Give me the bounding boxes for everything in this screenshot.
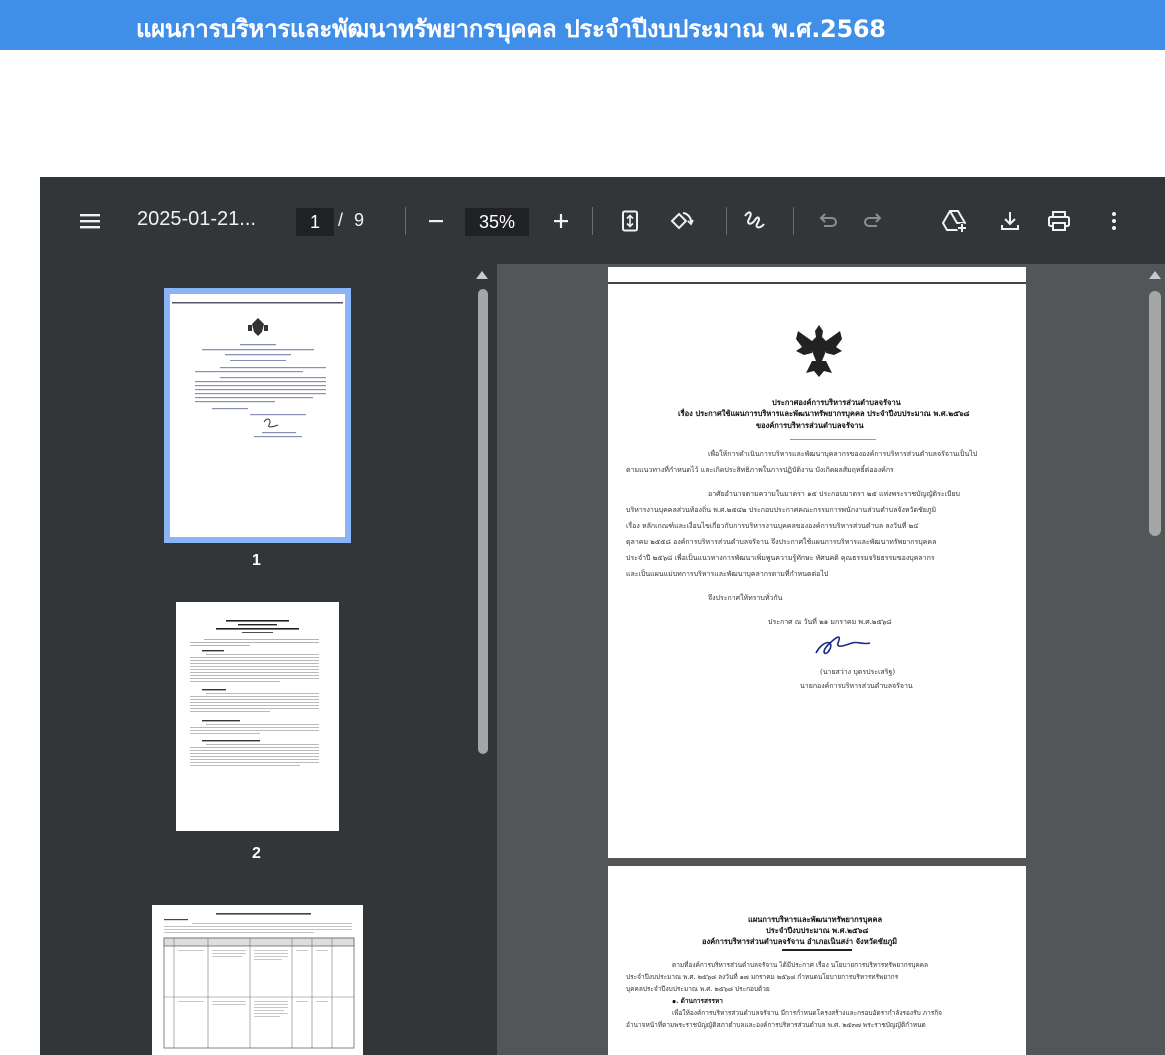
sidebar-scrollbar[interactable]	[478, 289, 488, 754]
plan-body-5: อำนาจหน้าที่ตามพระราชบัญญัติสภาตำบลและอง…	[626, 1021, 926, 1029]
announcement-issuer: ของค์การบริหารส่วนตำบลจรัจาน	[756, 421, 864, 430]
paragraph-2a: อาศัยอำนาจตามความในมาตรา ๑๕ ประกอบมาตรา …	[708, 490, 960, 498]
garuda-emblem-icon	[796, 325, 842, 377]
signer-position: นายกองค์การบริหารส่วนตำบลจรัจาน	[800, 682, 913, 690]
page-banner: แผนการบริหารและพัฒนาทรัพยากรบุคคล ประจำป…	[0, 0, 1165, 50]
paragraph-1a: เพื่อให้การดำเนินการบริหารและพัฒนาบุคลาก…	[708, 450, 978, 458]
thumbnail-page-2[interactable]	[176, 602, 339, 831]
zoom-out-button[interactable]	[424, 207, 448, 235]
document-scrollbar[interactable]	[1149, 291, 1161, 536]
separator-line	[790, 439, 876, 440]
signer-name: (นายสว่าง บุตรประเสริฐ)	[820, 668, 896, 676]
plan-body-4: เพื่อให้องค์การบริหารส่วนตำบลจรัจาน มีกา…	[672, 1009, 942, 1017]
thumbnail-page-2-content	[190, 620, 319, 766]
paragraph-2c: เรื่อง หลักเกณฑ์และเงื่อนไขเกี่ยวกับการบ…	[626, 522, 919, 530]
heading-underline	[782, 949, 852, 951]
rotate-icon[interactable]	[666, 207, 696, 235]
toolbar-divider	[793, 207, 794, 235]
more-vert-icon[interactable]	[1106, 207, 1122, 235]
draw-icon[interactable]	[741, 207, 769, 235]
thumbnail-label-1: 1	[252, 552, 261, 569]
thumbnail-sidebar: 1 2	[40, 264, 497, 1055]
fit-page-icon[interactable]	[618, 207, 642, 235]
page-title: แผนการบริหารและพัฒนาทรัพยากรบุคคล ประจำป…	[136, 15, 886, 43]
plan-body-1: ตามที่องค์การบริหารส่วนตำบลจรัจาน ได้มีป…	[672, 961, 929, 969]
paragraph-2e: ประจำปี ๒๕๖๘ เพื่อเป็นแนวทางการพัฒนาเพิ่…	[626, 554, 935, 562]
undo-icon[interactable]	[815, 207, 839, 235]
add-to-drive-icon[interactable]	[940, 207, 970, 235]
document-view: ประกาศองค์การบริหารส่วนตำบลจรัจาน เรื่อง…	[497, 264, 1165, 1055]
thumbnail-page-3-content	[163, 913, 355, 1049]
thumbnail-page-1-content	[170, 294, 345, 537]
pdf-toolbar: 2025-01-21... 1 / 9 35%	[40, 177, 1165, 264]
page-top-rule	[608, 282, 1026, 284]
document-title: 2025-01-21...	[137, 208, 256, 230]
page-number-input[interactable]: 1	[296, 208, 334, 236]
plus-icon	[554, 214, 568, 228]
plan-body-3: บุคคลประจำปีงบประมาณ พ.ศ. ๒๕๖๘ ประกอบด้ว…	[626, 985, 770, 993]
minus-icon	[429, 220, 443, 223]
document-scroll-up-icon[interactable]	[1149, 271, 1161, 279]
zoom-in-button[interactable]	[549, 207, 573, 235]
toolbar-divider	[592, 207, 593, 235]
document-page-2: แผนการบริหารและพัฒนาทรัพยากรบุคคล ประจำป…	[608, 866, 1026, 1055]
thumbnail-page-1[interactable]	[164, 288, 351, 543]
redo-icon[interactable]	[862, 207, 886, 235]
thumbnail-page-3[interactable]	[152, 905, 363, 1055]
plan-heading-3: องค์การบริหารส่วนตำบลจรัจาน อำเภอเนินสง่…	[702, 937, 898, 946]
paragraph-2b: บริหารงานบุคคลส่วนท้องถิ่น พ.ศ.๒๕๔๒ ประก…	[626, 506, 937, 514]
sidebar-scroll-up-icon[interactable]	[476, 271, 488, 279]
announce-date: ประกาศ ณ วันที่ ๒๑ มกราคม พ.ศ.๒๕๖๘	[768, 618, 892, 626]
page-separator: /	[338, 210, 344, 230]
signature-icon	[815, 636, 871, 655]
pdf-viewer: 2025-01-21... 1 / 9 35% 1 2 ประกาศองค์กา…	[40, 177, 1165, 1055]
paragraph-2d: ตุลาคม ๒๕๕๘ องค์การบริหารส่วนตำบลจรัจาน …	[626, 538, 937, 546]
download-icon[interactable]	[998, 207, 1022, 235]
toolbar-divider	[726, 207, 727, 235]
toolbar-divider	[405, 207, 406, 235]
print-icon[interactable]	[1045, 207, 1073, 235]
plan-section-1: ๑. ด้านการสรรหา	[672, 997, 723, 1005]
plan-body-2: ประจำปีงบประมาณ พ.ศ. ๒๕๖๘ ลงวันที่ ๑๗ มก…	[626, 973, 899, 981]
document-page-1: ประกาศองค์การบริหารส่วนตำบลจรัจาน เรื่อง…	[608, 267, 1026, 858]
zoom-input[interactable]: 35%	[465, 208, 529, 236]
page-total: 9	[354, 210, 365, 230]
announcement-subject: เรื่อง ประกาศใช้แผนการบริหารและพัฒนาทรัพ…	[678, 409, 970, 418]
paragraph-1b: ตามแนวทางที่กำหนดไว้ และเกิดประสิทธิภาพใ…	[626, 466, 894, 474]
thumbnail-label-2: 2	[252, 845, 261, 862]
paragraph-2f: และเป็นแผนแม่บทการบริหารและพัฒนาบุคลากรต…	[626, 570, 829, 578]
hamburger-menu-icon[interactable]	[78, 207, 102, 235]
announce-line: จึงประกาศให้ทราบทั่วกัน	[708, 594, 783, 602]
